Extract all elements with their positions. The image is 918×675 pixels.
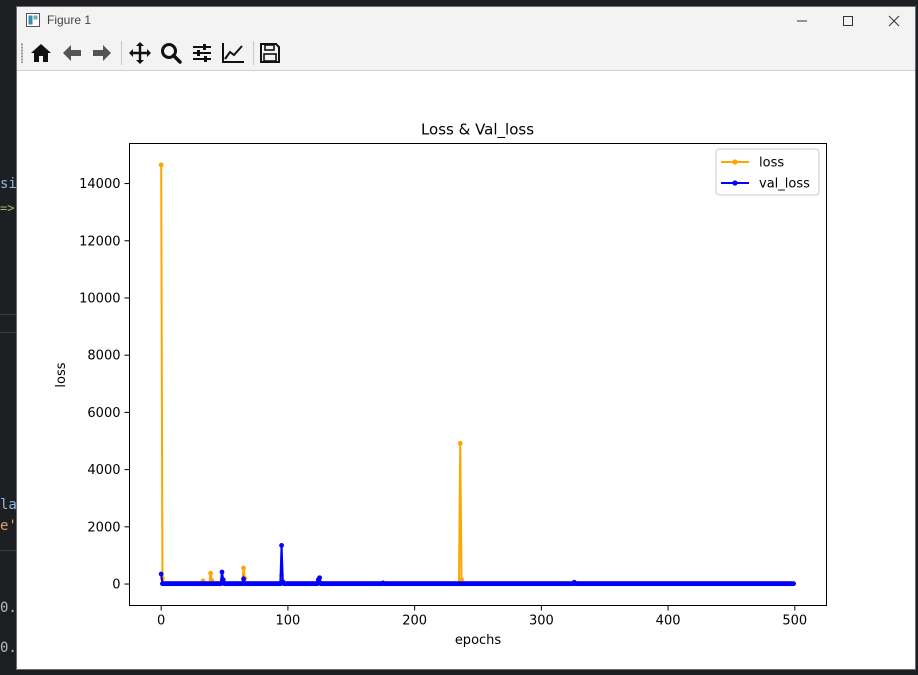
- bg-code-fragment: 0.: [0, 640, 17, 656]
- plot-area-frame: [129, 143, 827, 606]
- y-tick-label: 0: [112, 578, 120, 593]
- window-title: Figure 1: [47, 13, 92, 27]
- legend-val-loss-marker: [732, 180, 738, 186]
- x-tick-label: 400: [656, 614, 681, 629]
- maximize-button[interactable]: [825, 7, 871, 35]
- edit-axes-button[interactable]: [220, 40, 246, 66]
- minimize-button[interactable]: [779, 7, 825, 35]
- toolbar-separator: [121, 41, 122, 65]
- legend: loss val_loss: [715, 148, 820, 196]
- x-tick-label: 300: [529, 614, 554, 629]
- bg-code-fragment: si: [0, 176, 17, 192]
- y-tick-label: 6000: [87, 406, 120, 421]
- val-loss-point: [219, 569, 225, 575]
- bg-code-fragment: la: [0, 497, 17, 513]
- y-tick-label: 8000: [87, 349, 120, 364]
- home-button[interactable]: [28, 40, 54, 66]
- close-button[interactable]: [871, 7, 917, 35]
- y-axis-label: loss: [54, 362, 69, 387]
- back-button[interactable]: [59, 40, 85, 66]
- loss-markers: [158, 162, 796, 587]
- y-tick-label: 4000: [87, 463, 120, 478]
- y-tick-label: 2000: [87, 520, 120, 535]
- save-icon: [260, 43, 280, 63]
- loss-point: [158, 162, 164, 168]
- val-loss-point: [791, 581, 796, 587]
- legend-loss-marker: [732, 159, 738, 165]
- toolbar-grip[interactable]: [21, 43, 23, 63]
- axes-icon: [222, 43, 244, 63]
- legend-loss-label: loss: [759, 156, 784, 171]
- loss-point: [457, 440, 463, 446]
- y-tick-label: 14000: [79, 177, 120, 192]
- val-loss-point: [317, 575, 322, 581]
- loss-point: [208, 570, 214, 576]
- pan-icon: [129, 42, 151, 64]
- subplots-button[interactable]: [189, 40, 215, 66]
- loss-chart[interactable]: Loss & Val_loss 0 100 200 300 400 500 0 2000 400…: [17, 71, 915, 669]
- minimize-icon: [797, 20, 807, 22]
- bg-code-fragment: =>: [0, 201, 15, 215]
- zoom-icon: [161, 43, 182, 64]
- val-loss-point: [241, 576, 246, 582]
- close-icon: [888, 15, 900, 27]
- figure-canvas[interactable]: Loss & Val_loss 0 100 200 300 400 500 0 2000 400…: [17, 71, 915, 669]
- legend-val-loss-label: val_loss: [759, 177, 810, 192]
- forward-icon: [93, 45, 111, 61]
- val-loss-point: [279, 543, 284, 548]
- val-loss-markers: [158, 543, 796, 587]
- y-tick-label: 12000: [79, 234, 120, 249]
- subplots-icon: [193, 44, 211, 62]
- y-tick-label: 10000: [79, 291, 120, 306]
- x-tick-label: 100: [275, 614, 300, 629]
- pan-button[interactable]: [127, 40, 153, 66]
- home-icon: [31, 44, 51, 62]
- navigation-toolbar: [17, 35, 915, 71]
- loss-point: [241, 565, 246, 571]
- zoom-button[interactable]: [158, 40, 184, 66]
- bg-code-fragment: 0.: [0, 600, 17, 616]
- forward-button[interactable]: [89, 40, 115, 66]
- maximize-icon: [843, 16, 853, 26]
- figure-app-icon: [26, 13, 40, 27]
- val-loss-point: [158, 571, 164, 577]
- x-axis-label: epochs: [455, 633, 502, 648]
- x-tick-label: 0: [157, 614, 165, 629]
- val-loss-series-line: [160, 545, 794, 585]
- toolbar-separator: [253, 41, 254, 65]
- chart-title: Loss & Val_loss: [421, 121, 534, 140]
- title-bar[interactable]: Figure 1: [17, 7, 915, 35]
- loss-series-line: [160, 164, 794, 585]
- back-icon: [63, 45, 81, 61]
- bg-code-fragment: e': [0, 518, 17, 534]
- x-tick-label: 500: [782, 614, 807, 629]
- x-tick-label: 200: [402, 614, 427, 629]
- figure-window: Figure 1 Loss & Val_loss 0 100 200 300 4…: [16, 6, 916, 670]
- save-button[interactable]: [257, 40, 283, 66]
